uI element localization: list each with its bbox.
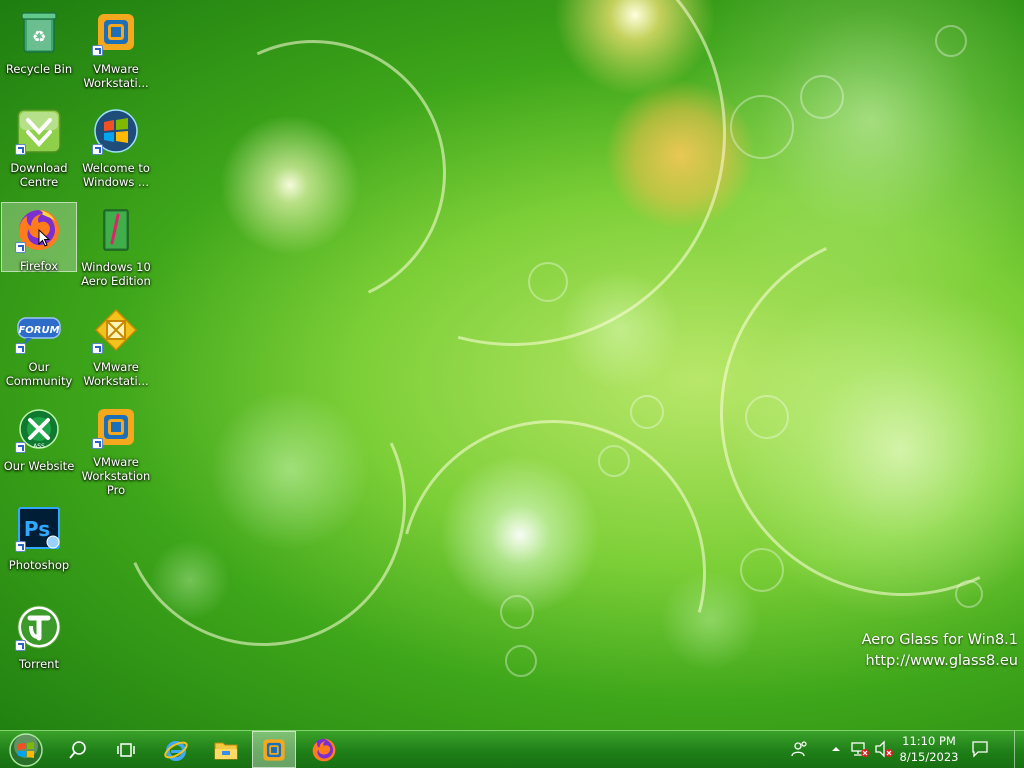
taskbar-clock[interactable]: 11:10 PM 8/15/2023: [896, 731, 962, 768]
vmware-icon: [92, 405, 140, 449]
network-error-icon: [851, 742, 869, 757]
shortcut-arrow-icon: [15, 242, 26, 253]
desktop-icon-label: Torrent: [19, 657, 59, 671]
vmware-alt-icon: [92, 306, 140, 354]
people-button[interactable]: [790, 739, 810, 759]
photoshop-icon: Ps: [15, 504, 63, 552]
task-view-icon: [117, 742, 135, 757]
desktop-icon-our-website[interactable]: ASS Our Website: [1, 401, 77, 497]
desktop-icon-label: VMware Workstati...: [83, 360, 149, 388]
mouse-cursor-icon: [38, 229, 50, 247]
svg-text:FORUM: FORUM: [18, 325, 59, 336]
desktop[interactable]: ♻ Recycle Bin Download Centre Firefox FO…: [0, 0, 1024, 730]
desktop-icon-label: Our Website: [3, 459, 75, 473]
shortcut-arrow-icon: [15, 144, 26, 155]
desktop-icon-label: Our Community: [5, 360, 73, 388]
taskbar-vmware[interactable]: [252, 731, 296, 768]
utorrent-icon: [15, 603, 63, 651]
vmware-icon: [263, 738, 285, 761]
shortcut-arrow-icon: [15, 541, 26, 552]
bokeh-ring: [630, 395, 664, 429]
download-icon: [15, 107, 63, 155]
bokeh-ring: [935, 25, 967, 57]
shortcut-arrow-icon: [92, 45, 103, 56]
file-explorer-icon: [214, 742, 238, 759]
desktop-icon-label: Download Centre: [10, 161, 68, 189]
taskbar-file-explorer[interactable]: [204, 731, 248, 768]
action-center-icon: [972, 741, 988, 758]
desktop-icon-torrent[interactable]: Torrent: [1, 599, 77, 695]
task-view-button[interactable]: [104, 731, 148, 768]
volume-button[interactable]: [874, 739, 894, 759]
recycle-bin-icon: ♻: [15, 8, 63, 56]
shortcut-arrow-icon: [15, 442, 26, 453]
taskbar-firefox[interactable]: [302, 731, 346, 768]
shortcut-arrow-icon: [92, 343, 103, 354]
desktop-icon-photoshop[interactable]: Ps Photoshop: [1, 500, 77, 596]
people-icon: [791, 741, 807, 757]
shortcut-arrow-icon: [15, 640, 26, 651]
internet-explorer-icon: [164, 740, 188, 761]
svg-text:♻: ♻: [32, 27, 46, 46]
bokeh-ring: [730, 95, 794, 159]
forum-icon: FORUM: [15, 306, 63, 354]
taskbar-internet-explorer[interactable]: [154, 731, 198, 768]
desktop-icon-label: Welcome to Windows ...: [82, 161, 150, 189]
desktop-icon-label: Recycle Bin: [5, 62, 73, 76]
aero-book-icon: [92, 206, 140, 254]
desktop-icon-windows10-aero[interactable]: Windows 10 Aero Edition: [78, 202, 154, 298]
svg-text:Ps: Ps: [24, 517, 50, 541]
shortcut-arrow-icon: [92, 144, 103, 155]
desktop-icon-our-community[interactable]: FORUM Our Community: [1, 302, 77, 398]
svg-text:ASS: ASS: [33, 443, 45, 450]
desktop-icon-label: Firefox: [19, 259, 59, 273]
vmware-icon: [92, 8, 140, 56]
aero-glass-watermark: Aero Glass for Win8.1 http://www.glass8.…: [862, 630, 1018, 672]
taskbar: 11:10 PM 8/15/2023: [0, 730, 1024, 768]
desktop-icon-label: VMware Workstati...: [83, 62, 149, 90]
search-button[interactable]: [56, 731, 100, 768]
desktop-icon-label: VMware Workstation Pro: [81, 455, 151, 497]
desktop-icon-label: Windows 10 Aero Edition: [81, 260, 151, 288]
desktop-icon-recycle-bin[interactable]: ♻ Recycle Bin: [1, 4, 77, 100]
desktop-icon-vmware-1[interactable]: VMware Workstati...: [78, 4, 154, 100]
light-streak: [668, 178, 1024, 648]
desktop-icon-welcome-windows[interactable]: Welcome to Windows ...: [78, 103, 154, 199]
start-button[interactable]: [2, 731, 50, 768]
action-center-button[interactable]: [970, 739, 990, 759]
watermark-title: Aero Glass for Win8.1: [861, 632, 1018, 648]
network-status-button[interactable]: [850, 739, 870, 759]
shortcut-arrow-icon: [92, 438, 103, 449]
desktop-icon-vmware-2[interactable]: VMware Workstati...: [78, 302, 154, 398]
search-icon: [69, 740, 86, 759]
speaker-muted-icon: [875, 740, 893, 758]
firefox-icon: [312, 738, 336, 761]
watermark-url: http://www.glass8.eu: [865, 653, 1018, 669]
windows-logo-icon: [92, 107, 140, 155]
show-desktop-button[interactable]: [1014, 731, 1024, 768]
light-streak: [343, 363, 763, 730]
desktop-icon-download-centre[interactable]: Download Centre: [1, 103, 77, 199]
clock-time: 11:10 PM: [902, 734, 956, 748]
chevron-up-icon: [832, 747, 840, 751]
start-orb-icon: [9, 732, 43, 767]
show-hidden-icons-button[interactable]: [826, 739, 846, 759]
website-globe-icon: ASS: [15, 405, 63, 453]
desktop-icon-vmware-pro[interactable]: VMware Workstation Pro: [78, 401, 154, 497]
bokeh-ring: [800, 75, 844, 119]
bokeh-ring: [740, 548, 784, 592]
clock-date: 8/15/2023: [899, 750, 959, 764]
shortcut-arrow-icon: [15, 343, 26, 354]
desktop-icon-label: Photoshop: [8, 558, 70, 572]
